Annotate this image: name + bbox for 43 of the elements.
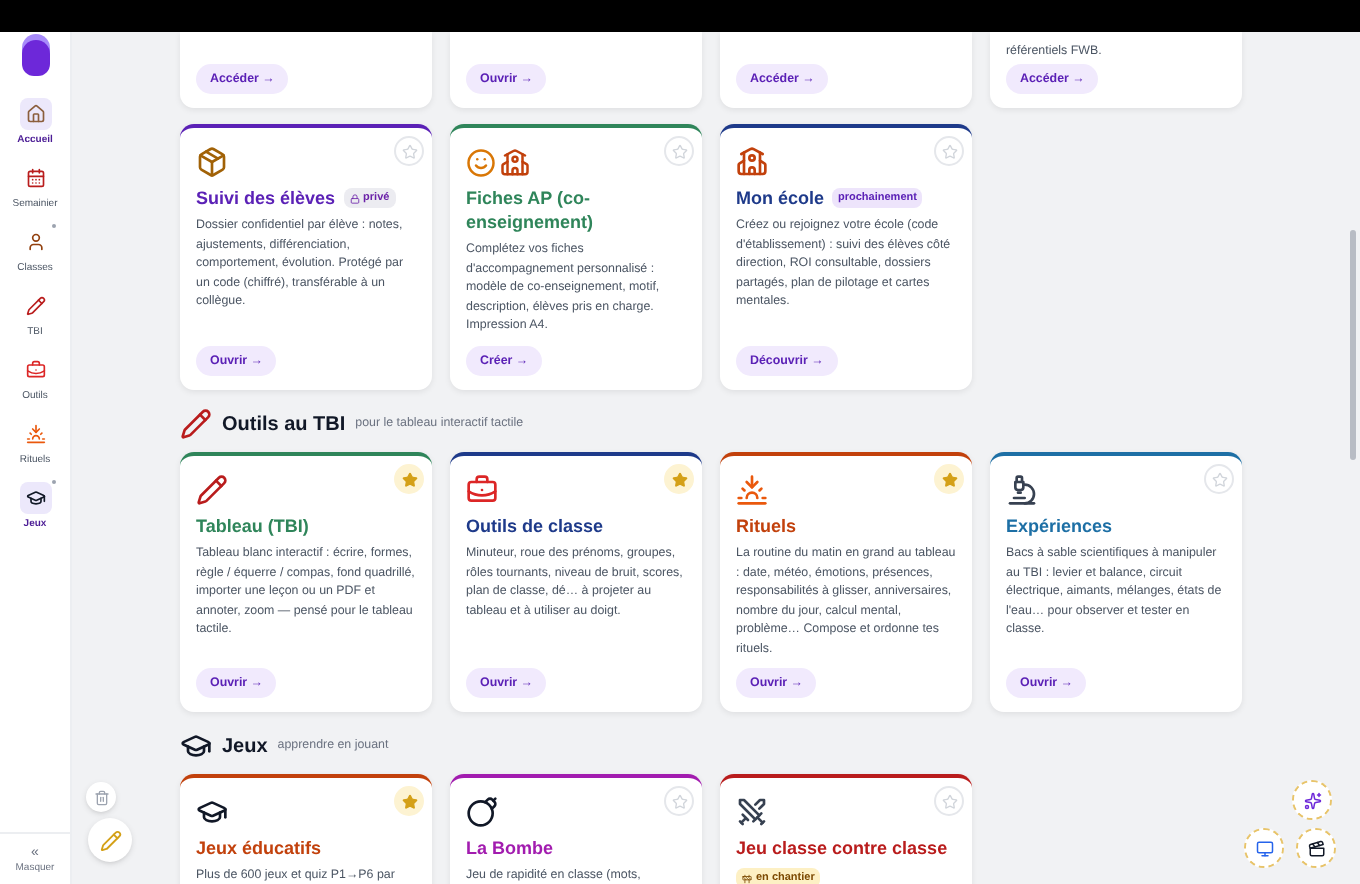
card-title: Outils de classe xyxy=(466,514,604,538)
graduation-cap-icon xyxy=(25,488,45,508)
card-title: Expériences xyxy=(1006,514,1113,538)
monitor-icon xyxy=(1255,839,1273,857)
graduation-cap-icon xyxy=(196,796,228,828)
pencil-icon xyxy=(180,408,212,440)
clapperboard-icon xyxy=(1307,839,1325,857)
card-title: Rituels xyxy=(736,514,797,538)
box-icon xyxy=(196,146,228,178)
trash-icon xyxy=(93,789,109,805)
house-icon xyxy=(25,104,45,124)
crossed-swords-icon xyxy=(736,796,768,828)
logo-icon xyxy=(21,40,49,76)
microscope-icon xyxy=(1006,474,1038,506)
card-title: Fiches AP (co-enseignement) xyxy=(466,186,596,234)
face-icon xyxy=(466,148,496,178)
screen-button[interactable] xyxy=(1244,828,1284,868)
card-title: Tableau (TBI) xyxy=(196,514,309,538)
card-title: La Bombe xyxy=(466,836,554,860)
pencil-button[interactable] xyxy=(88,818,132,862)
sparkle-button[interactable] xyxy=(1292,780,1332,820)
card-title: Suivi des élèves xyxy=(196,186,336,210)
card-title: Jeux éducatifs xyxy=(196,836,322,860)
calendar-icon xyxy=(25,168,45,188)
card-title: Jeu classe contre classe xyxy=(736,836,948,860)
sunset-icon xyxy=(25,424,45,444)
trash-button[interactable] xyxy=(86,782,116,812)
school-icon xyxy=(736,146,768,178)
toolbox-icon xyxy=(25,360,45,380)
pencil-icon xyxy=(196,474,228,506)
section-title: Outils au TBI xyxy=(222,411,346,439)
sparkle-icon xyxy=(1303,791,1321,809)
graduation-cap-icon xyxy=(180,730,212,762)
toolbox-icon xyxy=(466,474,498,506)
person-icon xyxy=(25,232,45,252)
bomb-icon xyxy=(466,796,498,828)
pencil-icon xyxy=(99,829,121,851)
pencil-icon xyxy=(25,296,45,316)
card-title: Mon école xyxy=(736,186,825,210)
clapperboard-button[interactable] xyxy=(1296,828,1336,868)
school-icon xyxy=(500,148,530,178)
sunset-icon xyxy=(736,474,768,506)
section-title: Jeux xyxy=(222,733,268,761)
